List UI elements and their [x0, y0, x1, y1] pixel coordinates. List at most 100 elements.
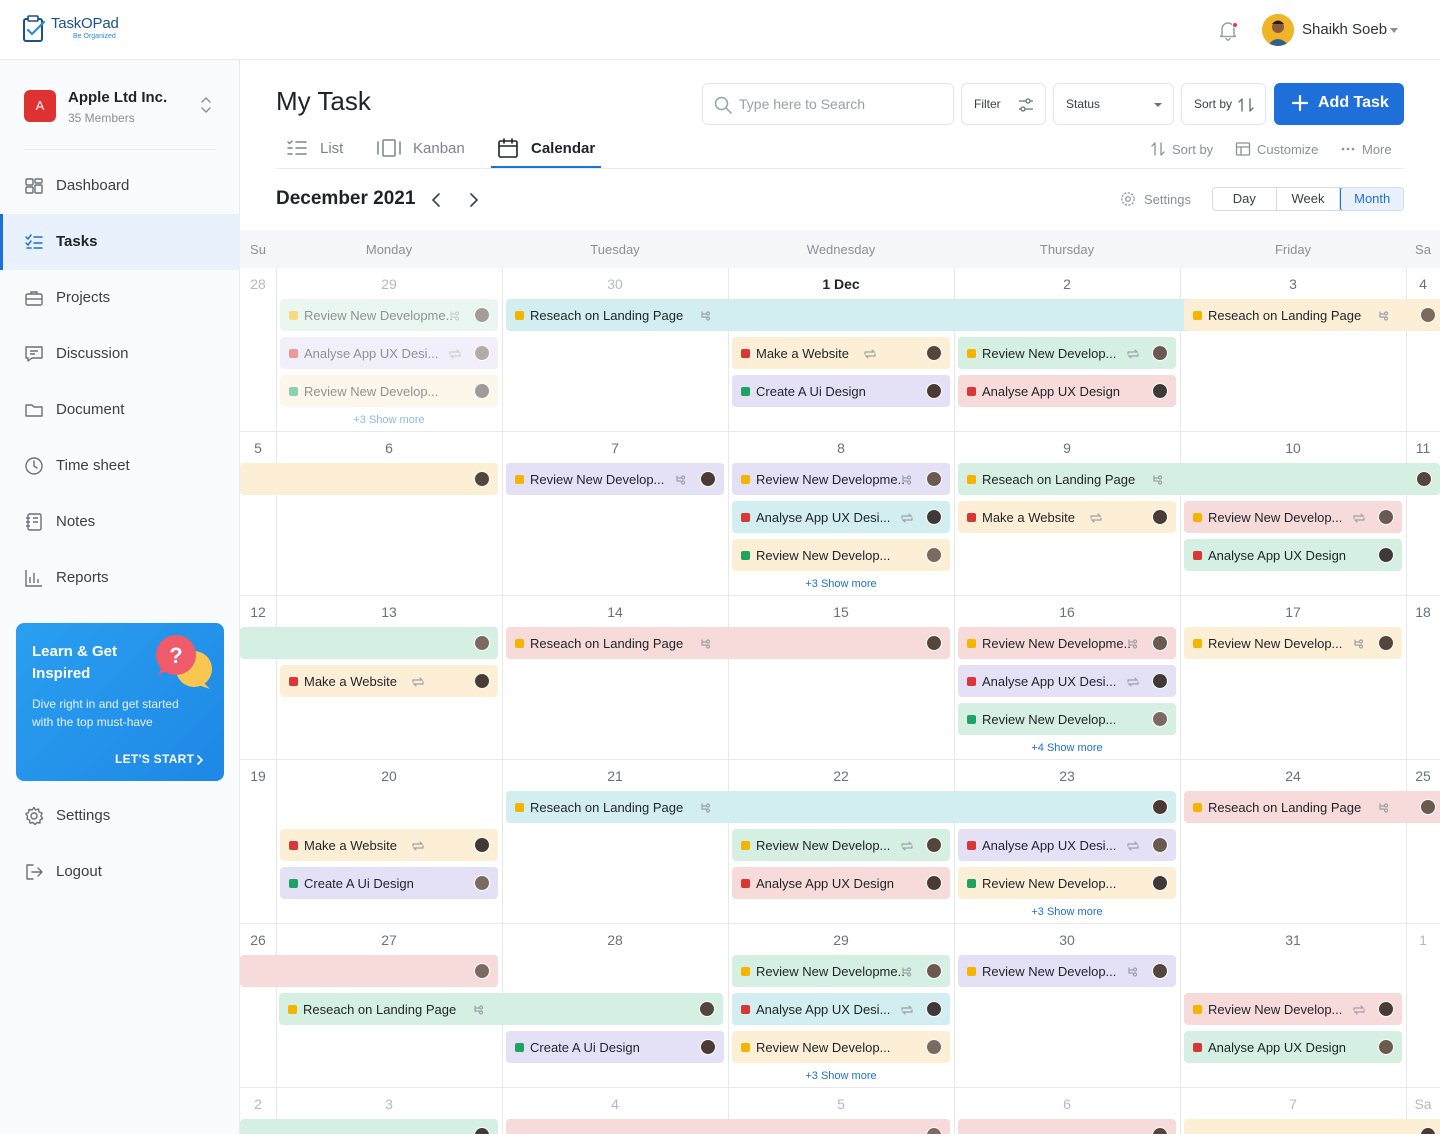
chevron-down-icon[interactable] [1390, 28, 1398, 33]
sidebar-item-logout[interactable]: Logout [0, 844, 240, 900]
event-bar[interactable]: Review New Develop... [958, 337, 1176, 369]
event-bar-continuation[interactable] [506, 1119, 950, 1134]
event-bar[interactable]: Reseach on Landing Page [958, 463, 1440, 495]
tab-kanban[interactable]: Kanban [376, 134, 466, 168]
event-bar[interactable]: Review New Develop... [958, 867, 1176, 899]
customize-button[interactable]: Customize [1235, 141, 1321, 159]
tab-list[interactable]: List [286, 134, 346, 168]
event-bar[interactable]: Review New Develop... [280, 375, 498, 407]
day-number[interactable]: 6 [276, 440, 502, 456]
day-number[interactable]: 1 Dec [728, 276, 954, 292]
chevron-left-icon[interactable] [427, 190, 447, 210]
event-bar[interactable]: Analyse App UX Desi... [732, 501, 950, 533]
event-bar[interactable]: Analyse App UX Desi... [958, 829, 1176, 861]
status-select[interactable]: Status [1053, 83, 1174, 125]
event-bar[interactable]: Review New Developme.. [732, 463, 950, 495]
view-week-button[interactable]: Week [1277, 188, 1341, 210]
day-number[interactable]: 26 [240, 932, 276, 948]
day-number[interactable]: 29 [276, 276, 502, 292]
sidebar-item-timesheet[interactable]: Time sheet [0, 438, 240, 494]
day-number[interactable]: 20 [276, 768, 502, 784]
more-button[interactable]: More [1340, 141, 1392, 159]
day-number[interactable]: 31 [1180, 932, 1406, 948]
day-number[interactable]: 3 [276, 1096, 502, 1112]
day-number[interactable]: 4 [502, 1096, 728, 1112]
event-bar[interactable]: Create A Ui Design [506, 1031, 724, 1063]
event-bar[interactable]: Review New Develop... [506, 463, 724, 495]
event-bar[interactable]: Review New Developme.. [732, 955, 950, 987]
day-number[interactable]: 12 [240, 604, 276, 620]
event-bar-continuation[interactable] [240, 627, 498, 659]
sidebar-item-dashboard[interactable]: Dashboard [0, 158, 240, 214]
day-number[interactable]: 7 [1180, 1096, 1406, 1112]
event-bar-continuation[interactable] [240, 1119, 498, 1134]
user-name[interactable]: Shaikh Soeb [1302, 21, 1387, 38]
day-number[interactable]: 15 [728, 604, 954, 620]
sidebar-item-projects[interactable]: Projects [0, 270, 240, 326]
day-number[interactable]: 25 [1406, 768, 1440, 784]
event-bar[interactable]: Review New Develop... [732, 829, 950, 861]
event-bar[interactable]: Review New Develop... [1184, 501, 1402, 533]
tab-calendar[interactable]: Calendar [491, 134, 601, 168]
event-bar[interactable]: Make a Website [280, 829, 498, 861]
event-bar[interactable]: Analyse App UX Design [732, 867, 950, 899]
event-bar[interactable]: Analyse App UX Design [1184, 1031, 1402, 1063]
show-more-link[interactable]: +3 Show more [954, 906, 1180, 918]
event-bar[interactable]: Review New Develop... [732, 1031, 950, 1063]
sidebar-item-discussion[interactable]: Discussion [0, 326, 240, 382]
event-bar[interactable]: Review New Develop... [958, 955, 1176, 987]
event-bar[interactable]: Create A Ui Design [732, 375, 950, 407]
event-bar-continuation[interactable] [958, 1119, 1176, 1134]
day-number[interactable]: 6 [954, 1096, 1180, 1112]
event-bar[interactable]: Create A Ui Design [280, 867, 498, 899]
event-bar[interactable]: Review New Develop... [1184, 993, 1402, 1025]
event-bar[interactable]: Analyse App UX Desi... [280, 337, 498, 369]
sidebar-item-tasks[interactable]: Tasks [0, 214, 240, 270]
event-bar[interactable]: Review New Develop... [958, 703, 1176, 735]
event-bar[interactable]: Make a Website [732, 337, 950, 369]
event-bar[interactable]: Analyse App UX Design [958, 375, 1176, 407]
event-bar[interactable]: Review New Develop... [732, 539, 950, 571]
day-number[interactable]: 5 [728, 1096, 954, 1112]
search-box[interactable] [702, 83, 954, 125]
day-number[interactable]: 30 [954, 932, 1180, 948]
day-number[interactable]: 3 [1180, 276, 1406, 292]
chevron-updown-icon[interactable] [200, 96, 212, 114]
day-number[interactable]: 18 [1406, 604, 1440, 620]
view-day-button[interactable]: Day [1213, 188, 1277, 210]
show-more-link[interactable]: +4 Show more [954, 742, 1180, 754]
day-number[interactable]: 28 [240, 276, 276, 292]
day-number[interactable]: 27 [276, 932, 502, 948]
search-input[interactable] [739, 85, 949, 123]
event-bar[interactable]: Make a Website [958, 501, 1176, 533]
day-number[interactable]: 13 [276, 604, 502, 620]
event-bar[interactable]: Reseach on Landing Page [506, 791, 1176, 823]
event-bar[interactable]: Reseach on Landing Page [1184, 791, 1440, 823]
calendar-settings-button[interactable]: Settings [1120, 190, 1200, 208]
event-bar[interactable]: Reseach on Landing Page [1184, 299, 1440, 331]
sidebar-item-reports[interactable]: Reports [0, 550, 240, 606]
event-bar[interactable]: Reseach on Landing Page [279, 993, 723, 1025]
app-logo[interactable]: TaskOPad Be Organized [22, 12, 122, 46]
calendar-sortby-button[interactable]: Sort by [1150, 141, 1214, 159]
day-number[interactable]: 16 [954, 604, 1180, 620]
show-more-link[interactable]: +3 Show more [276, 414, 502, 426]
event-bar[interactable]: Analyse App UX Desi... [958, 665, 1176, 697]
event-bar-continuation[interactable] [1184, 1119, 1440, 1134]
day-number[interactable]: 8 [728, 440, 954, 456]
day-number[interactable]: 21 [502, 768, 728, 784]
show-more-link[interactable]: +3 Show more [728, 1070, 954, 1082]
lets-start-link[interactable]: LET'S START [16, 744, 224, 774]
day-number[interactable]: 28 [502, 932, 728, 948]
view-month-button[interactable]: Month [1340, 188, 1403, 210]
sidebar-item-document[interactable]: Document [0, 382, 240, 438]
sortby-button[interactable]: Sort by [1181, 83, 1266, 125]
day-number[interactable]: 4 [1406, 276, 1440, 292]
org-switcher[interactable]: A Apple Ltd Inc. 35 Members [24, 88, 216, 132]
day-number[interactable]: 1 [1406, 932, 1440, 948]
sidebar-item-settings[interactable]: Settings [0, 788, 240, 844]
add-task-button[interactable]: Add Task [1274, 83, 1404, 125]
day-number[interactable]: 17 [1180, 604, 1406, 620]
day-number[interactable]: 11 [1406, 440, 1440, 456]
event-bar-continuation[interactable] [240, 463, 498, 495]
